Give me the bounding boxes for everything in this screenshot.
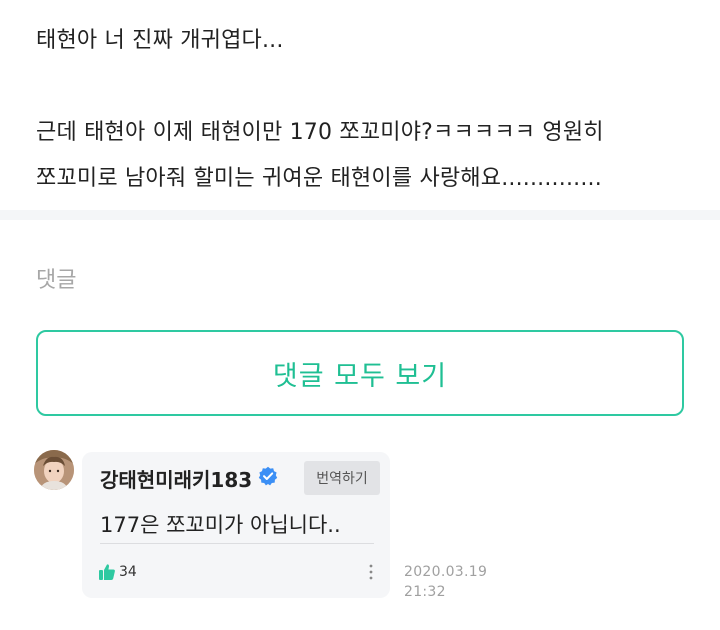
comment-time: 21:32 [404, 584, 446, 600]
comment-author-name[interactable]: 강태현미래키183 [100, 464, 252, 493]
post-line: 쪼꼬미로 남아줘 할미는 귀여운 태현이를 사랑해요.............. [36, 166, 602, 191]
like-count: 34 [119, 564, 137, 580]
section-divider [0, 210, 720, 220]
post-body: 태현아 너 진짜 개귀엽다... 근데 태현아 이제 태현이만 170 쪼꼬미야… [36, 18, 696, 202]
comment-card: 강태현미래키183 번역하기 177은 쪼꼬미가 아닙니다.. 34 [82, 452, 390, 598]
comment-date: 2020.03.19 [404, 564, 488, 580]
more-options-icon[interactable] [368, 562, 374, 582]
verified-check-icon [258, 466, 278, 486]
view-all-comments-button[interactable]: 댓글 모두 보기 [36, 330, 684, 416]
post-detail-screen: 태현아 너 진짜 개귀엽다... 근데 태현아 이제 태현이만 170 쪼꼬미야… [0, 0, 720, 630]
thumbs-up-icon[interactable] [98, 563, 116, 581]
avatar[interactable] [34, 450, 74, 490]
avatar-photo-icon [34, 450, 74, 490]
post-line: 근데 태현아 이제 태현이만 170 쪼꼬미야?ㅋㅋㅋㅋㅋ 영원히 [36, 120, 604, 145]
comment-text: 177은 쪼꼬미가 아닙니다.. [100, 513, 341, 537]
comments-heading: 댓글 [36, 268, 77, 293]
post-line: 태현아 너 진짜 개귀엽다... [36, 28, 284, 53]
post-line-blank [36, 64, 696, 110]
comment-divider [100, 543, 374, 544]
comment-timestamp: 2020.03.19 21:32 [404, 562, 487, 602]
translate-button[interactable]: 번역하기 [304, 461, 380, 495]
